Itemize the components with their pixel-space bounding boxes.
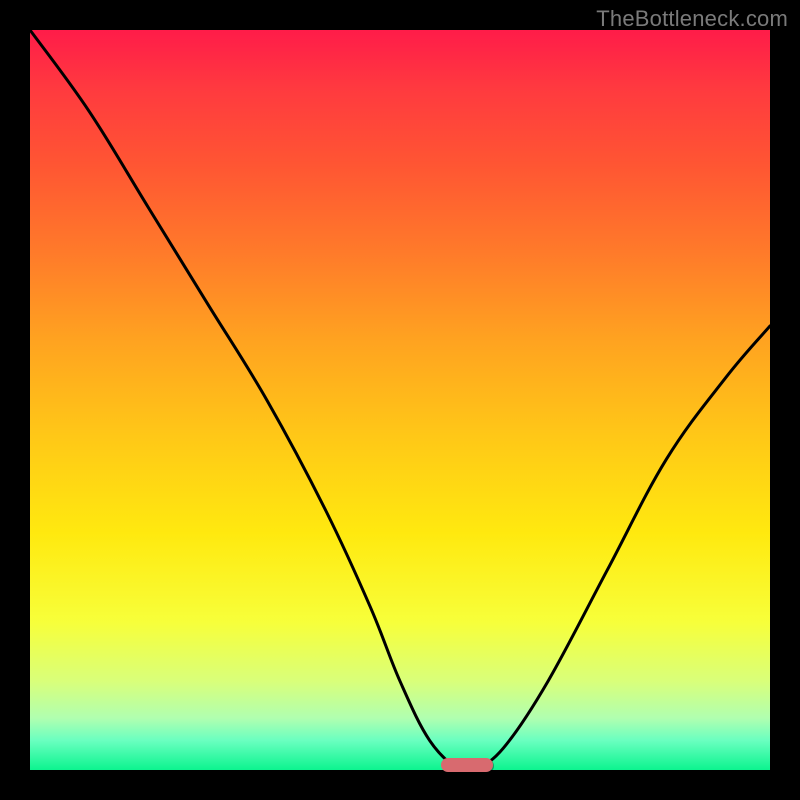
watermark-label: TheBottleneck.com	[596, 6, 788, 32]
plot-area	[30, 30, 770, 770]
optimum-marker	[441, 758, 493, 772]
chart-frame: TheBottleneck.com	[0, 0, 800, 800]
